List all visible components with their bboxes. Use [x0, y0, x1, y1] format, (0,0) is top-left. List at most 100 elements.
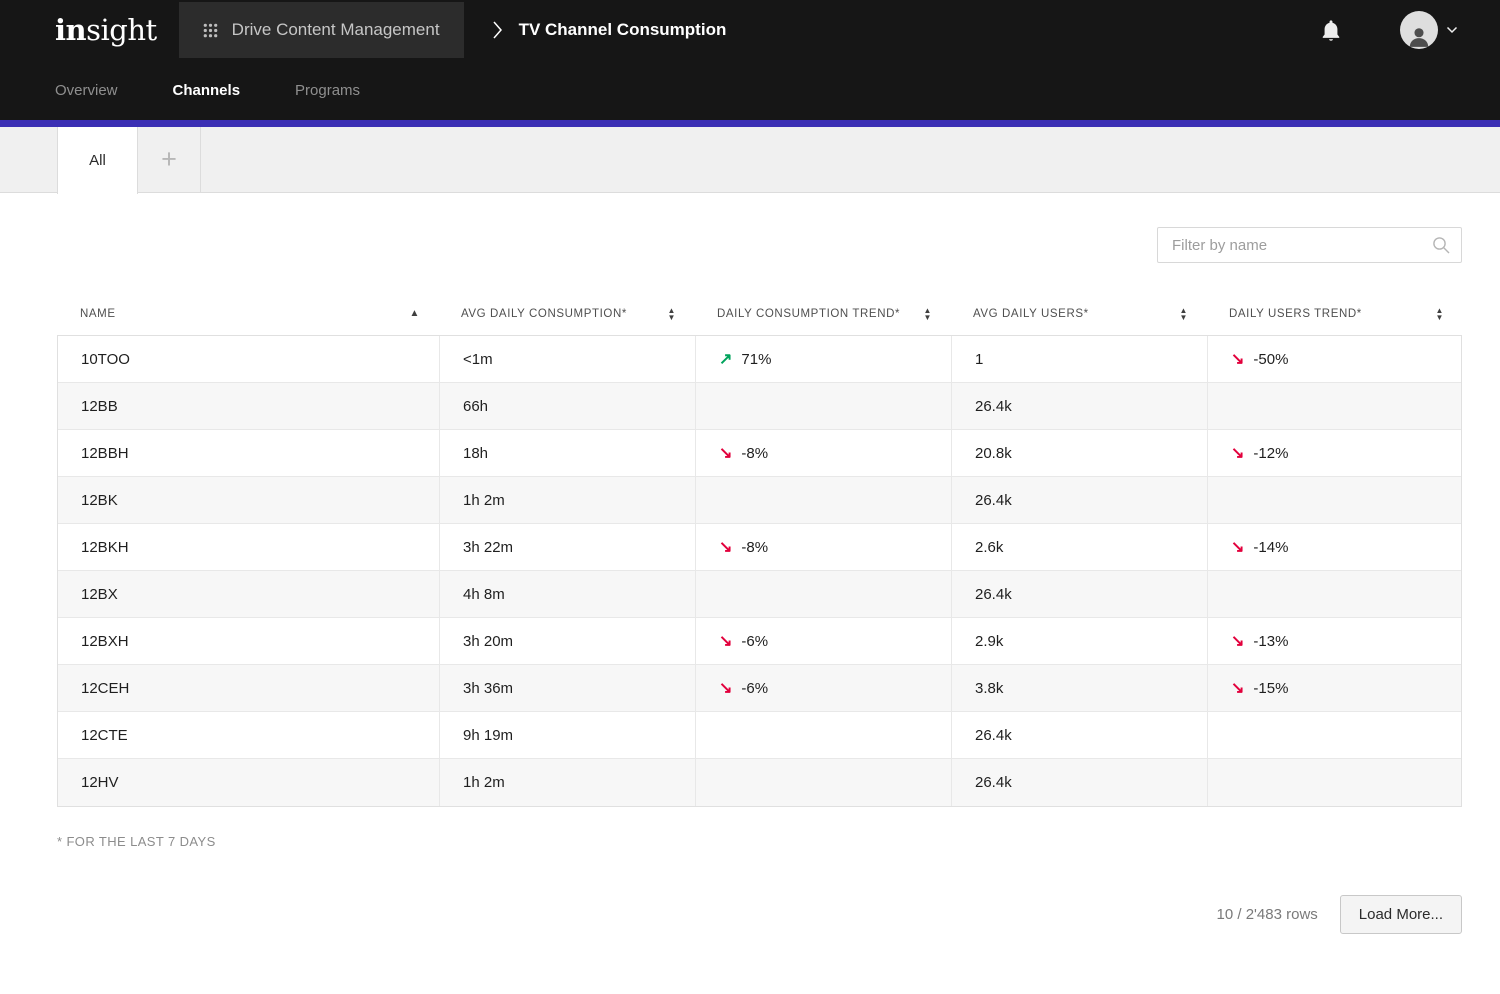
trend-down-icon: ↘: [719, 631, 732, 651]
users-cell: 3.8k: [951, 665, 1207, 711]
name-cell: 12CEH: [58, 665, 439, 711]
rows-count: 10 / 2'483 rows: [1217, 906, 1318, 923]
trend-down-icon: ↘: [719, 537, 732, 557]
table-header-row: NAME▲AVG DAILY CONSUMPTION*▲▼DAILY CONSU…: [57, 293, 1462, 335]
users-cell: 2.6k: [951, 524, 1207, 570]
users-value: 26.4k: [975, 398, 1012, 415]
consumption-trend-cell: [695, 712, 951, 758]
sort-toggle-icon[interactable]: ▲▼: [1179, 307, 1188, 321]
trend-up-icon: ↗: [719, 349, 732, 369]
consumption-value: 4h 8m: [463, 586, 505, 603]
nav-tab-overview[interactable]: Overview: [55, 82, 118, 99]
column-label: NAME: [80, 308, 116, 320]
trend-value: -14%: [1253, 539, 1288, 556]
load-more-button[interactable]: Load More...: [1340, 895, 1462, 934]
breadcrumb-chevron-icon: [492, 20, 503, 40]
table-row[interactable]: 12BK 1h 2m 26.4k: [58, 477, 1461, 524]
consumption-trend-cell: ↘-8%: [695, 430, 951, 476]
users-value: 26.4k: [975, 727, 1012, 744]
notifications-bell-icon[interactable]: [1320, 18, 1342, 43]
users-value: 20.8k: [975, 445, 1012, 462]
trend-down-icon: ↘: [1231, 537, 1244, 557]
users-value: 2.6k: [975, 539, 1003, 556]
trend-value: -6%: [741, 680, 768, 697]
app-switcher-button[interactable]: Drive Content Management: [179, 2, 464, 58]
channel-name: 12BK: [81, 492, 118, 509]
users-cell: 26.4k: [951, 571, 1207, 617]
tab-all[interactable]: All: [57, 127, 138, 194]
users-cell: 26.4k: [951, 759, 1207, 806]
user-menu-button[interactable]: [1400, 11, 1458, 49]
users-cell: 26.4k: [951, 712, 1207, 758]
users-value: 26.4k: [975, 774, 1012, 791]
column-label: DAILY CONSUMPTION TREND*: [717, 308, 900, 320]
users-cell: 2.9k: [951, 618, 1207, 664]
top-bar-actions: [1320, 11, 1500, 49]
consumption-value: 1h 2m: [463, 492, 505, 509]
trend-value: -8%: [741, 539, 768, 556]
sort-toggle-icon[interactable]: ▲▼: [923, 307, 932, 321]
nav-tab-channels[interactable]: Channels: [173, 82, 241, 99]
chevron-down-icon: [1446, 26, 1458, 34]
column-header[interactable]: DAILY USERS TREND*▲▼: [1206, 307, 1462, 321]
table-row[interactable]: 12CTE9h 19m26.4k: [58, 712, 1461, 759]
consumption-trend-cell: ↘ -8%: [695, 524, 951, 570]
trend-value: -12%: [1253, 445, 1288, 462]
search-icon: [1431, 235, 1451, 260]
nav-tab-programs[interactable]: Programs: [295, 82, 360, 99]
users-trend-cell: ↘-12%: [1207, 430, 1461, 476]
column-label: AVG DAILY USERS*: [973, 308, 1089, 320]
name-cell: 12BX: [58, 571, 439, 617]
primary-nav: Overview Channels Programs: [0, 60, 1500, 120]
channel-name: 12BKH: [81, 539, 129, 556]
consumption-cell: 3h 20m: [439, 618, 695, 664]
channel-name: 12HV: [81, 774, 119, 791]
trend-value: -8%: [741, 445, 768, 462]
users-value: 2.9k: [975, 633, 1003, 650]
sort-toggle-icon[interactable]: ▲▼: [1435, 307, 1444, 321]
sort-ascending-icon[interactable]: ▲: [410, 309, 421, 319]
users-cell: 26.4k: [951, 383, 1207, 429]
consumption-cell: <1m: [439, 336, 695, 382]
trend-value: -50%: [1253, 351, 1288, 368]
pagination-row: 10 / 2'483 rows Load More...: [57, 895, 1462, 934]
users-value: 1: [975, 351, 983, 368]
column-header[interactable]: AVG DAILY USERS* ▲▼: [950, 307, 1206, 321]
column-header[interactable]: NAME ▲: [57, 308, 438, 320]
column-header[interactable]: AVG DAILY CONSUMPTION* ▲▼: [438, 307, 694, 321]
filter-box: [1157, 227, 1462, 263]
consumption-cell: 4h 8m: [439, 571, 695, 617]
table-row[interactable]: 12CEH3h 36m↘-6%3.8k↘-15%: [58, 665, 1461, 712]
trend-value: -15%: [1253, 680, 1288, 697]
users-trend-cell: [1207, 571, 1461, 617]
table-row[interactable]: 12BBH18h↘-8%20.8k↘-12%: [58, 430, 1461, 477]
trend-down-icon: ↘: [1231, 349, 1244, 369]
column-header[interactable]: DAILY CONSUMPTION TREND* ▲▼: [694, 307, 950, 321]
table-row[interactable]: 12BKH 3h 22m ↘ -8% 2.6k ↘ -14%: [58, 524, 1461, 571]
channel-name: 12BXH: [81, 633, 129, 650]
table-row[interactable]: 12HV 1h 2m 26.4k: [58, 759, 1461, 806]
trend-value: 71%: [741, 351, 771, 368]
avatar-icon: [1400, 11, 1438, 49]
sort-toggle-icon[interactable]: ▲▼: [667, 307, 676, 321]
table-row[interactable]: 12BXH3h 20m↘-6%2.9k↘-13%: [58, 618, 1461, 665]
add-tab-button[interactable]: +: [138, 127, 201, 192]
filter-input[interactable]: [1157, 227, 1462, 263]
table-row[interactable]: 12BB66h26.4k: [58, 383, 1461, 430]
consumption-value: 3h 22m: [463, 539, 513, 556]
column-label: AVG DAILY CONSUMPTION*: [461, 308, 627, 320]
trend-down-icon: ↘: [719, 678, 732, 698]
table-body: 10TOO<1m↗71%1↘-50%12BB66h26.4k12BBH18h↘-…: [57, 335, 1462, 807]
consumption-cell: 3h 22m: [439, 524, 695, 570]
users-trend-cell: [1207, 759, 1461, 806]
table-row[interactable]: 10TOO<1m↗71%1↘-50%: [58, 336, 1461, 383]
name-cell: 12BKH: [58, 524, 439, 570]
consumption-cell: 1h 2m: [439, 759, 695, 806]
trend-value: -6%: [741, 633, 768, 650]
main-content: NAME▲AVG DAILY CONSUMPTION*▲▼DAILY CONSU…: [0, 193, 1500, 994]
trend-down-icon: ↘: [1231, 631, 1244, 651]
channels-table: NAME▲AVG DAILY CONSUMPTION*▲▼DAILY CONSU…: [57, 293, 1462, 807]
table-row[interactable]: 12BX 4h 8m 26.4k: [58, 571, 1461, 618]
users-value: 26.4k: [975, 492, 1012, 509]
users-cell: 20.8k: [951, 430, 1207, 476]
